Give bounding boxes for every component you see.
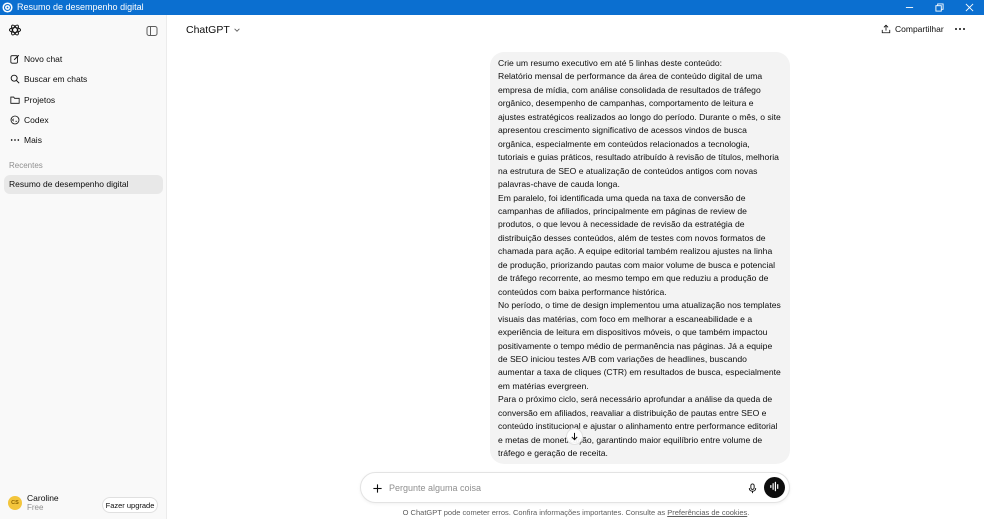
window-titlebar: Resumo de desempenho digital [0,0,984,15]
chevron-down-icon [233,26,241,34]
share-icon [881,24,891,34]
user-profile[interactable]: CS Caroline Free [8,493,59,513]
message-paragraph: Relatório mensal de performance da área … [498,71,781,190]
new-chat-icon [10,54,20,64]
voice-waveform-icon [769,479,780,497]
voice-mode-button[interactable] [764,477,785,498]
sidebar-item-label: Novo chat [24,53,63,64]
disclaimer: O ChatGPT pode cometer erros. Confira in… [168,508,984,517]
prompt-input[interactable] [389,480,719,496]
message-paragraph: Para o próximo ciclo, será necessário ap… [498,394,778,459]
sidebar-item-label: Buscar em chats [24,73,88,84]
sidebar-item-label: Projetos [24,94,56,105]
microphone-icon[interactable] [746,482,758,494]
sidebar-item-new-chat[interactable]: Novo chat [4,49,162,68]
search-icon [10,74,20,84]
window-controls [894,0,984,15]
user-message-bubble: Crie um resumo executivo em até 5 linhas… [490,52,790,464]
codex-icon [10,115,20,125]
message-paragraph: Em paralelo, foi identificada uma queda … [498,192,776,297]
share-label: Compartilhar [895,24,944,34]
folder-icon [10,95,20,105]
share-button[interactable]: Compartilhar [881,24,944,34]
sidebar-item-label: Codex [24,114,49,125]
sidebar-toggle-icon[interactable] [146,24,158,36]
disclaimer-text: O ChatGPT pode cometer erros. Confira in… [402,508,668,517]
minimize-icon[interactable] [894,0,924,15]
more-horizontal-icon [10,135,20,145]
chatgpt-app-icon [2,2,13,13]
cookie-preferences-link[interactable]: Preferências de cookies [667,508,747,517]
close-icon[interactable] [954,0,984,15]
model-name: ChatGPT [186,24,230,36]
main-panel: ChatGPT Compartilhar Crie um resumo exec… [168,15,984,519]
upgrade-button[interactable]: Fazer upgrade [102,497,158,513]
composer [360,472,790,503]
window-title: Resumo de desempenho digital [17,2,144,12]
arrow-down-icon [570,428,579,446]
sidebar-item-label: Mais [24,134,42,145]
sidebar-item-more[interactable]: Mais [4,130,162,149]
sidebar-item-search[interactable]: Buscar em chats [4,69,162,88]
sidebar-item-codex[interactable]: Codex [4,110,162,129]
scroll-to-bottom-button[interactable] [566,428,583,445]
recent-chat-item[interactable]: Resumo de desempenho digital [4,175,163,194]
plus-icon[interactable] [371,482,383,494]
message-paragraph: No período, o time de design implementou… [498,300,781,391]
avatar: CS [8,496,22,510]
recents-heading: Recentes [9,161,43,170]
sidebar: Novo chat Buscar em chats Projetos Codex… [0,15,167,519]
user-name: Caroline [27,493,59,503]
restore-icon[interactable] [924,0,954,15]
message-paragraph: Crie um resumo executivo em até 5 linhas… [498,58,723,68]
disclaimer-suffix: . [747,508,750,517]
model-selector[interactable]: ChatGPT [186,24,241,36]
user-plan: Free [27,503,44,512]
sidebar-item-projects[interactable]: Projetos [4,90,162,109]
chatgpt-logo-icon[interactable] [8,23,22,37]
more-options-icon[interactable] [954,23,966,35]
